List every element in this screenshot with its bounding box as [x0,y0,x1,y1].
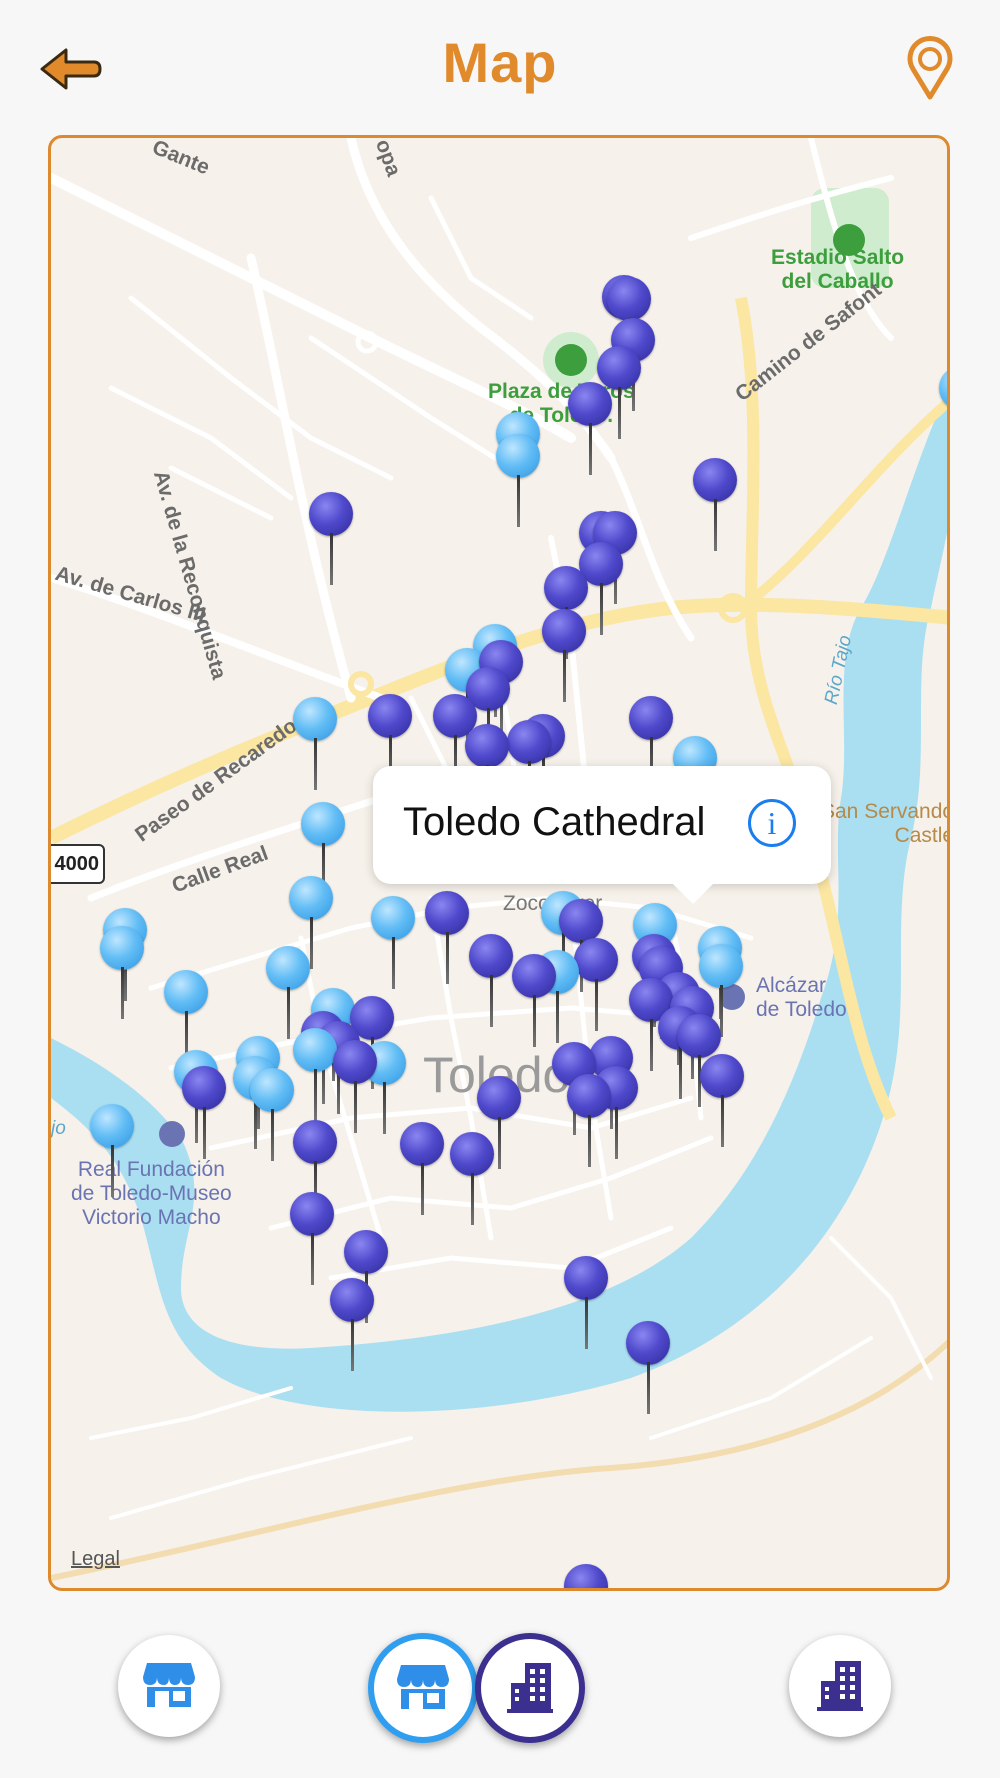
buildings-filter-active-button[interactable] [475,1633,585,1743]
map-pin[interactable] [97,923,147,1019]
callout-title: Toledo Cathedral [403,800,706,844]
map-pin[interactable] [290,694,340,790]
map-pin-icon [907,36,953,100]
map-pin[interactable] [539,606,589,702]
map-pin[interactable] [697,1051,747,1147]
map-pin[interactable] [565,379,615,475]
buildings-filter-button[interactable] [789,1635,891,1737]
poi-alcazar-de-toledo: Alcázar de Toledo [756,974,847,1021]
annotation-callout[interactable]: Toledo Cathedral i [373,766,831,884]
map-pin[interactable] [87,1101,137,1197]
map-pin[interactable] [306,489,356,585]
poi-estadio-salto-del-caballo: Estadio Salto del Caballo [771,246,905,293]
poi-san-servando-castle: San Servando Castle [821,800,950,847]
map-pin[interactable] [179,1063,229,1159]
map-pin[interactable] [561,1561,611,1588]
map-pin[interactable] [422,888,472,984]
map-pin[interactable] [564,1071,614,1167]
info-icon[interactable]: i [748,799,796,847]
map-pin[interactable] [447,1129,497,1225]
shops-filter-active-button[interactable] [368,1633,478,1743]
store-icon [397,1665,449,1709]
map-pin[interactable] [936,363,947,459]
page-title: Map [442,31,558,94]
header: Map [0,0,1000,135]
building-icon [817,1661,863,1711]
map-pin[interactable] [287,1189,337,1285]
map-pin[interactable] [623,1318,673,1414]
map-pin[interactable] [493,431,543,527]
map-pin[interactable] [397,1119,447,1215]
river-label-tajo-left: jo [51,1118,66,1139]
callout-pointer [671,882,715,904]
map-pin[interactable] [327,1275,377,1371]
building-icon [507,1663,553,1713]
map-pin[interactable] [690,455,740,551]
store-icon [143,1663,195,1707]
map-pin[interactable] [368,893,418,989]
route-shield: 4000 [51,844,105,884]
shops-filter-button[interactable] [118,1635,220,1737]
map-view[interactable]: Gante opa Estadio Salto del Caballo Plaz… [48,135,950,1591]
map-pin[interactable] [561,1253,611,1349]
legal-link[interactable]: Legal [71,1548,120,1571]
locate-button[interactable] [905,35,955,101]
map-pin[interactable] [509,951,559,1047]
